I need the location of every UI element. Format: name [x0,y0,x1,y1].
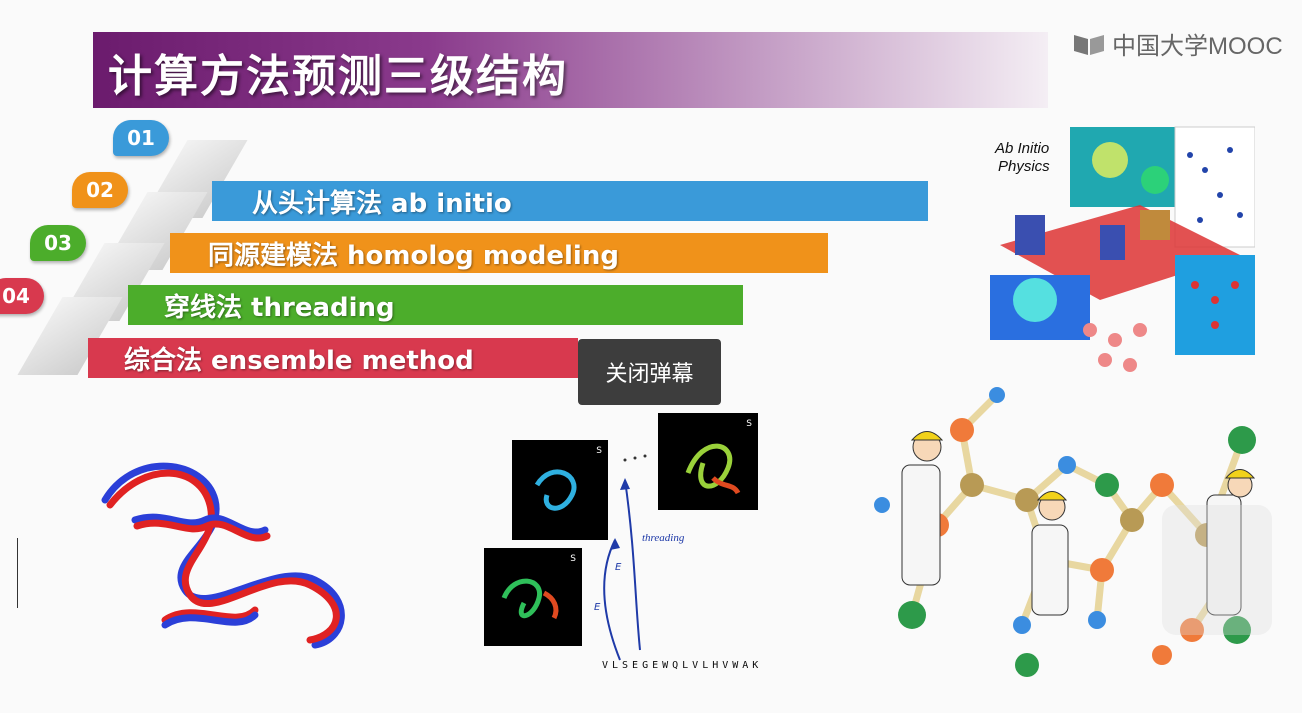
mooc-logo: 中国大学MOOC [1072,26,1283,61]
alignment-tree [17,538,128,608]
ab-initio-text-1: Ab Initio [994,140,1049,157]
method-label-01: 从头计算法 ab initio [252,188,512,219]
scientists-illustration [862,385,1294,685]
ab-initio-graphic: Ab Initio Physics [990,126,1256,372]
method-bar-03: 穿线法 threading [128,285,743,325]
e1-label: E [594,602,601,613]
badge-01: 01 [113,120,169,156]
logo-text: 中国大学MOOC [1112,33,1283,60]
homology-illustration [15,440,385,660]
ab-initio-text-2: Physics [998,158,1050,175]
e2-label: E [615,562,622,573]
s1-label: S [570,554,576,564]
threading-sequence: VLSEGEWQLVLHVWAK [602,660,763,671]
ab-initio-illustration: Ab Initio Physics [990,125,1256,380]
method-bar-01: 从头计算法 ab initio [212,181,928,221]
threading-word: threading [642,532,685,544]
threading-arrows: E E [594,454,647,661]
method-label-04: 综合法 ensemble method [124,345,474,376]
badge-03: 03 [30,225,86,261]
close-danmaku-button[interactable]: 关闭弹幕 [578,339,721,405]
mooc-book-icon [1074,34,1104,55]
badge-04: 04 [0,278,44,314]
slide-title: 计算方法预测三级结构 [108,51,568,102]
method-bar-04: 综合法 ensemble method [88,338,578,378]
method-label-02: 同源建模法 homolog modeling [208,240,619,271]
structure-s1: S [484,548,582,646]
s3-label: S [746,419,752,429]
method-label-03: 穿线法 threading [164,292,395,323]
method-bar-02: 同源建模法 homolog modeling [170,233,828,273]
molecule-model-graphic [874,387,1272,677]
badge-02: 02 [72,172,128,208]
